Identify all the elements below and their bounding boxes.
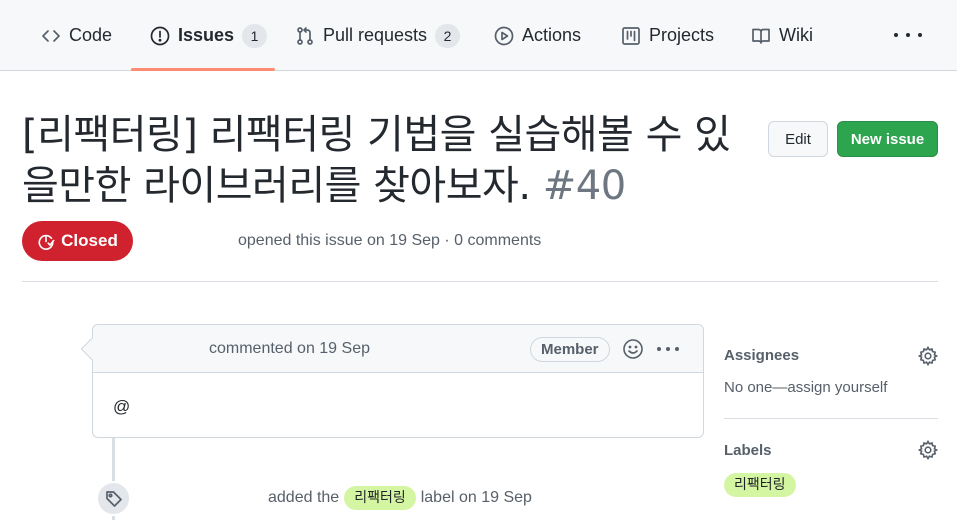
tab-actions[interactable]: Actions (494, 0, 581, 71)
issues-counter: 1 (242, 23, 268, 48)
issue-state-badge: Closed (22, 221, 133, 261)
tab-pull-requests[interactable]: Pull requests 2 (295, 0, 461, 71)
sidebar-label-list: 리팩터링 (724, 473, 796, 497)
pull-requests-counter: 2 (435, 23, 461, 48)
assign-yourself-link[interactable]: No one—assign yourself (724, 379, 887, 396)
new-issue-button[interactable]: New issue (837, 121, 938, 157)
tab-code[interactable]: Code (41, 0, 112, 71)
tab-wiki-label: Wiki (779, 25, 813, 45)
label-pill[interactable]: 리팩터링 (344, 486, 416, 510)
tab-issues-label: Issues (178, 25, 235, 45)
tab-actions-label: Actions (522, 25, 582, 45)
label-event-suffix: label on 19 Sep (420, 489, 532, 506)
label-event: added the 리팩터링 label on 19 Sep (268, 486, 532, 510)
issue-closed-icon (38, 234, 55, 250)
header-divider (22, 281, 938, 282)
comment-body: @ (113, 397, 131, 416)
comment-arrow (80, 337, 104, 361)
reaction-smiley-icon[interactable] (622, 338, 644, 360)
tab-code-label: Code (69, 25, 113, 45)
project-icon (622, 26, 640, 45)
sidebar-divider (724, 418, 938, 419)
issue-title: [리팩터링] 리팩터링 기법을 실습해볼 수 있을만한 라이브러리를 찾아보자.… (22, 110, 752, 212)
repo-tab-nav: Code Issues 1 Pull requests 2 Actions Pr… (0, 0, 957, 71)
issue-opened-icon (150, 26, 170, 45)
issue-state-label: Closed (61, 231, 118, 250)
issue-meta: opened this issue on 19 Sep · 0 comments (238, 232, 542, 249)
edit-button[interactable]: Edit (768, 121, 828, 157)
sidebar-label-pill[interactable]: 리팩터링 (724, 473, 796, 497)
tab-issues[interactable]: Issues 1 (150, 0, 268, 71)
comment-header: commented on 19 Sep Member (80, 325, 703, 373)
tab-wiki[interactable]: Wiki (751, 0, 813, 71)
labels-gear-icon[interactable] (917, 439, 939, 461)
comment-timestamp[interactable]: commented on 19 Sep (209, 340, 370, 358)
labels-heading: Labels (724, 442, 772, 459)
label-event-prefix: added the (268, 489, 340, 506)
tab-pull-requests-label: Pull requests (323, 25, 428, 45)
book-icon (752, 28, 770, 44)
assignees-gear-icon[interactable] (917, 345, 939, 367)
issue-number: #40 (542, 163, 626, 209)
comment-more-icon[interactable] (657, 347, 679, 352)
git-pull-request-icon (297, 26, 313, 45)
member-badge: Member (530, 337, 610, 362)
code-icon (42, 29, 60, 42)
tab-projects[interactable]: Projects (621, 0, 714, 71)
play-icon (494, 26, 514, 45)
active-tab-underline (131, 68, 275, 71)
assignees-heading: Assignees (724, 347, 800, 364)
tab-projects-label: Projects (649, 25, 715, 45)
comment-box: commented on 19 Sep Member @ (80, 324, 704, 438)
more-tabs-icon[interactable] (894, 28, 922, 42)
tag-icon (96, 481, 131, 516)
